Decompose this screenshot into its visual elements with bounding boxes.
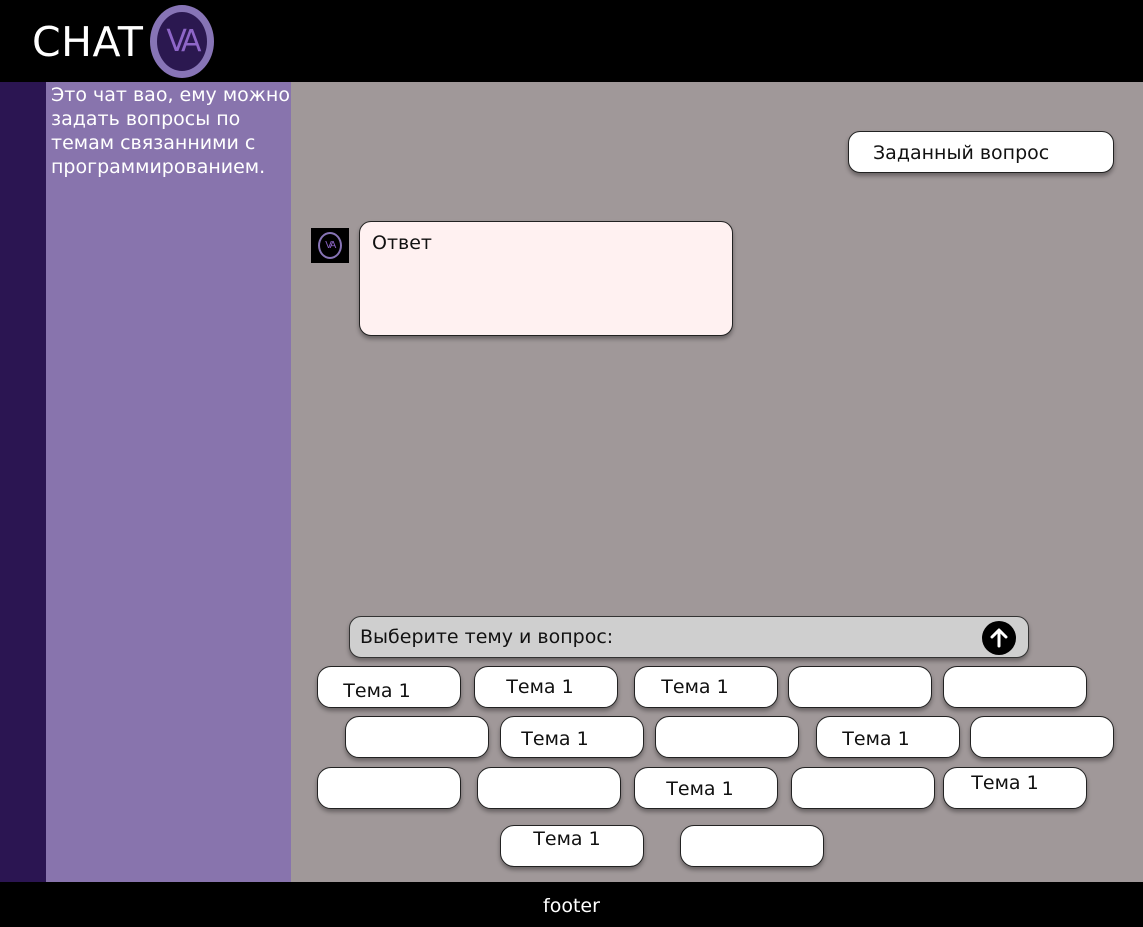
answer-bubble: Ответ — [359, 221, 733, 336]
topic-chip[interactable] — [680, 825, 824, 867]
arrow-up-icon — [990, 628, 1008, 648]
topic-chip[interactable]: Тема 1 — [634, 666, 778, 708]
bot-avatar: VA — [311, 228, 349, 263]
topic-chip-label: Тема 1 — [521, 728, 589, 750]
topic-chip[interactable] — [943, 666, 1087, 708]
topic-chip[interactable]: Тема 1 — [317, 666, 461, 708]
app-header: CHAT VA — [0, 0, 1143, 82]
topic-chip-label: Тема 1 — [666, 778, 734, 800]
app-title: CHAT — [32, 18, 144, 66]
logo-icon: VA — [150, 5, 214, 78]
topic-chip[interactable]: Тема 1 — [816, 716, 960, 758]
topic-chip-label: Тема 1 — [842, 728, 910, 750]
logo-text: VA — [166, 24, 201, 59]
bot-avatar-icon: VA — [318, 232, 342, 259]
topic-chip[interactable]: Тема 1 — [500, 716, 644, 758]
topic-chip[interactable]: Тема 1 — [500, 825, 644, 867]
topic-chip-label: Тема 1 — [506, 676, 574, 698]
topic-chip[interactable]: Тема 1 — [634, 767, 778, 809]
topic-input[interactable]: Выберите тему и вопрос: — [349, 616, 1029, 658]
sidebar: Это чат вао, ему можно задать вопросы по… — [46, 82, 291, 882]
sidebar-description: Это чат вао, ему можно задать вопросы по… — [51, 84, 290, 178]
topic-chip[interactable] — [477, 767, 621, 809]
topic-chip[interactable] — [788, 666, 932, 708]
topic-chip[interactable]: Тема 1 — [474, 666, 618, 708]
topic-chip[interactable] — [345, 716, 489, 758]
send-button[interactable] — [982, 621, 1016, 655]
topic-chip[interactable] — [970, 716, 1114, 758]
topic-chip[interactable] — [791, 767, 935, 809]
topic-chip-label: Тема 1 — [533, 828, 601, 850]
topic-chip[interactable] — [655, 716, 799, 758]
topic-chip[interactable] — [317, 767, 461, 809]
topic-chip-label: Тема 1 — [343, 680, 411, 702]
chat-area: Заданный вопрос VA Ответ Выберите тему и… — [291, 82, 1143, 882]
topic-chip-label: Тема 1 — [971, 772, 1039, 794]
question-bubble: Заданный вопрос — [848, 131, 1114, 173]
topic-chip[interactable]: Тема 1 — [943, 767, 1087, 809]
topic-chip-label: Тема 1 — [661, 676, 729, 698]
side-rail — [0, 82, 46, 882]
topic-input-placeholder: Выберите тему и вопрос: — [360, 626, 614, 648]
footer: footer — [0, 882, 1143, 927]
